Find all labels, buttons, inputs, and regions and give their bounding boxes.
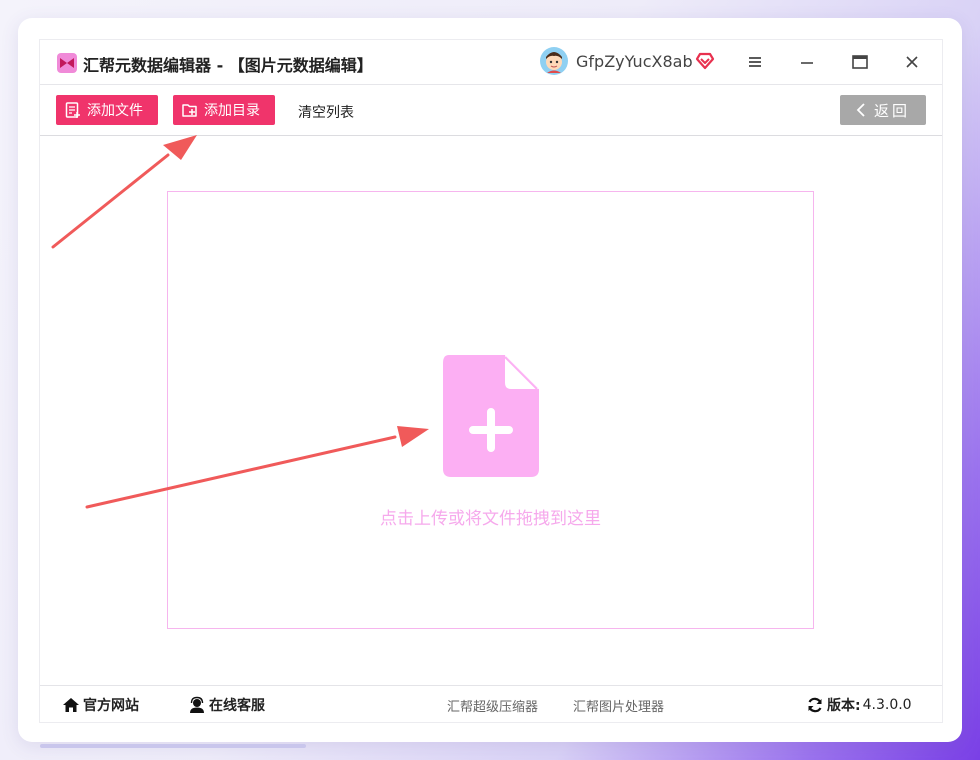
add-file-large-icon <box>443 355 539 477</box>
status-bar: 官方网站 在线客服 汇帮超级压缩器 汇帮图片处理器 版本: 4.3.0.0 <box>40 685 942 723</box>
maximize-icon[interactable] <box>848 50 872 74</box>
add-file-icon <box>65 102 80 118</box>
online-service-link[interactable]: 在线客服 <box>188 695 265 715</box>
add-folder-icon <box>182 104 197 117</box>
image-processor-link[interactable]: 汇帮图片处理器 <box>573 696 664 715</box>
version-label: 版本: <box>827 698 861 714</box>
title-bar: 汇帮元数据编辑器 - 【图片元数据编辑】 GfpZyYucX8ab <box>40 40 942 85</box>
window-title: 汇帮元数据编辑器 - 【图片元数据编辑】 <box>83 56 373 75</box>
version-number: 4.3.0.0 <box>862 697 912 713</box>
add-directory-label: 添加目录 <box>204 103 260 119</box>
home-icon <box>63 698 79 712</box>
user-avatar[interactable] <box>540 47 568 75</box>
menu-icon[interactable] <box>743 50 767 74</box>
app-logo-icon <box>57 53 77 73</box>
clear-list-button[interactable]: 清空列表 <box>298 102 354 122</box>
username[interactable]: GfpZyYucX8ab <box>576 52 693 71</box>
version-info[interactable]: 版本: 4.3.0.0 <box>806 695 912 715</box>
add-directory-button[interactable]: 添加目录 <box>173 95 275 125</box>
chevron-left-icon <box>856 103 865 117</box>
online-service-label: 在线客服 <box>209 698 265 714</box>
add-file-label: 添加文件 <box>87 103 143 119</box>
refresh-icon <box>808 697 822 713</box>
official-website-link[interactable]: 官方网站 <box>62 695 139 715</box>
app-window: 汇帮元数据编辑器 - 【图片元数据编辑】 GfpZyYucX8ab 添加文件 添… <box>39 39 943 723</box>
horizontal-scrollbar[interactable] <box>40 744 306 748</box>
super-compressor-link[interactable]: 汇帮超级压缩器 <box>447 696 538 715</box>
back-button[interactable]: 返回 <box>840 95 926 125</box>
toolbar: 添加文件 添加目录 清空列表 返回 <box>40 85 942 136</box>
vip-diamond-icon[interactable] <box>695 51 715 71</box>
file-drop-zone[interactable]: 点击上传或将文件拖拽到这里 <box>167 191 814 629</box>
close-icon[interactable] <box>900 50 924 74</box>
add-file-button[interactable]: 添加文件 <box>56 95 158 125</box>
back-label: 返回 <box>873 101 910 120</box>
customer-service-icon <box>190 696 204 713</box>
minimize-icon[interactable] <box>795 50 819 74</box>
drop-zone-hint: 点击上传或将文件拖拽到这里 <box>380 509 601 529</box>
official-website-label: 官方网站 <box>83 698 139 714</box>
